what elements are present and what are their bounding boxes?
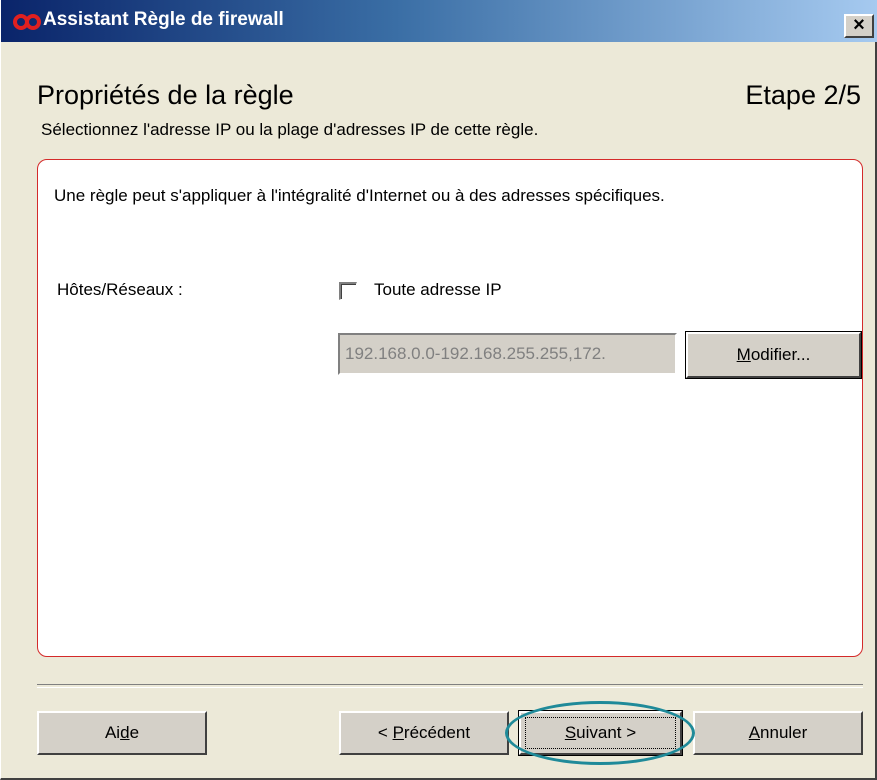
cancel-button[interactable]: Annuler [693,711,863,755]
app-logo-icon [13,14,41,30]
window-title: Assistant Règle de firewall [43,9,284,30]
title-bar[interactable]: Assistant Règle de firewall × [1,0,877,42]
panel-intro-text: Une règle peut s'appliquer à l'intégrali… [54,186,665,205]
step-indicator: Etape 2/5 [745,80,861,110]
cancel-button-label-end: nnuler [760,723,808,742]
next-button[interactable]: Suivant > [518,710,683,756]
firewall-wizard-window: Assistant Règle de firewall × Propriétés… [0,0,877,780]
previous-button-label-start: < [377,723,393,742]
help-button-label-end: e [129,723,140,742]
footer-separator [37,684,863,688]
previous-button[interactable]: < Précédent [339,711,509,755]
help-button-mnemonic: d [120,723,130,742]
any-ip-checkbox[interactable] [339,282,357,300]
hosts-networks-label: Hôtes/Réseaux : [57,280,183,299]
modify-button-label: odifier... [750,345,811,364]
modify-button-mnemonic: M [736,345,751,364]
previous-button-mnemonic: P [392,723,404,742]
close-button[interactable]: × [844,14,874,38]
ip-range-field[interactable] [338,333,677,375]
page-subtitle: Sélectionnez l'adresse IP ou la plage d'… [41,120,539,139]
modify-button[interactable]: Modifier... [685,331,862,379]
rule-properties-panel [37,159,863,657]
previous-button-label-end: récédent [403,723,471,742]
any-ip-checkbox-label[interactable]: Toute adresse IP [374,280,502,300]
focus-rectangle [525,717,676,749]
help-button-label-start: Ai [104,723,121,742]
page-title: Propriétés de la règle [37,80,294,110]
close-icon: × [853,14,865,36]
cancel-button-mnemonic: A [748,723,761,742]
help-button[interactable]: Aide [37,711,207,755]
